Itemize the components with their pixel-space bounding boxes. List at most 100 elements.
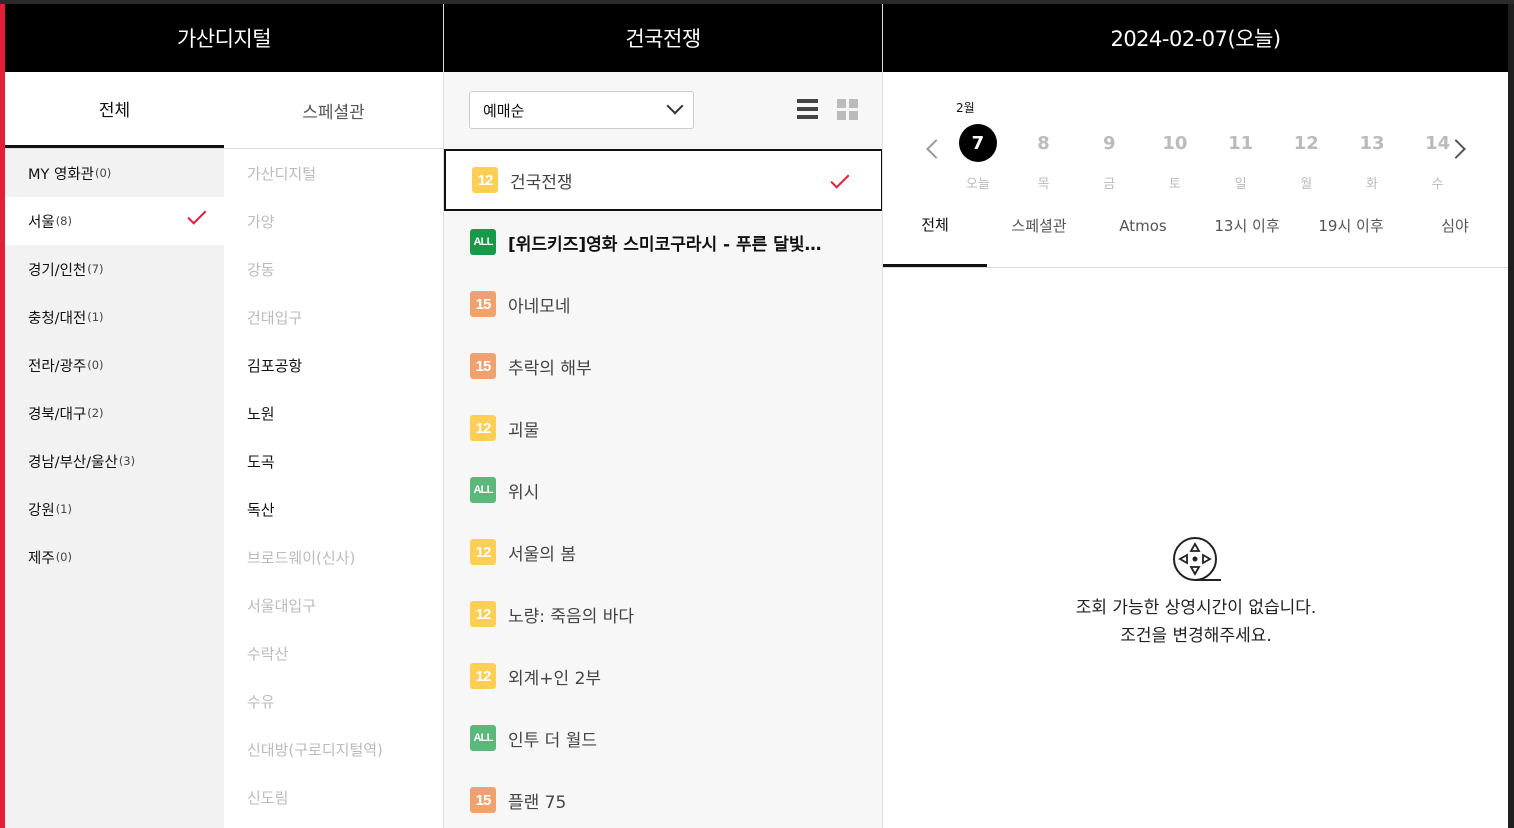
theater-item[interactable]: 신대방(구로디지털역) (224, 725, 443, 773)
theater-list: 가산디지털 가양 강동 건대입구 김포공항 노원 도곡 독산 브로드웨이(신사)… (224, 149, 443, 828)
tab-all[interactable]: 전체 (5, 72, 224, 148)
date-header: 2024-02-07(오늘) (883, 4, 1508, 72)
region-item-seoul[interactable]: 서울 (8) (5, 197, 224, 245)
rating-badge: 12 (472, 167, 498, 193)
theater-item[interactable]: 가양 (224, 197, 443, 245)
rating-badge: 15 (470, 291, 496, 317)
movie-item[interactable]: 15 아네모네 (444, 273, 882, 335)
region-item-chungcheong[interactable]: 충청/대전 (1) (5, 293, 224, 341)
region-count: (7) (87, 262, 104, 276)
day-number: 11 (1228, 132, 1254, 154)
checkmark-icon (192, 207, 212, 221)
region-item-gangwon[interactable]: 강원 (1) (5, 485, 224, 533)
theater-item[interactable]: 독산 (224, 485, 443, 533)
theater-item[interactable]: 도곡 (224, 437, 443, 485)
region-count: (8) (55, 214, 72, 228)
region-item-gyeonggi[interactable]: 경기/인천 (7) (5, 245, 224, 293)
region-item-my[interactable]: MY 영화관 (0) (5, 149, 224, 197)
rating-badge: 15 (470, 353, 496, 379)
day-item[interactable]: 9금 (1076, 124, 1142, 193)
movie-item[interactable]: ALL 인투 더 월드 (444, 707, 882, 769)
region-name: 서울 (28, 214, 55, 231)
movie-title: 추락의 해부 (508, 358, 592, 379)
day-weekday: 금 (1103, 177, 1116, 192)
region-item-jeolla[interactable]: 전라/광주 (0) (5, 341, 224, 389)
day-item[interactable]: 13 화 (1339, 124, 1405, 193)
region-name: 전라/광주 (28, 358, 87, 375)
rating-badge: 12 (470, 415, 496, 441)
day-list: 7 오늘 8목 9금 10 토 11 일 12 월 13 화 14 수 (945, 124, 1471, 192)
theater-item[interactable]: 수유 (224, 677, 443, 725)
tab-late-night[interactable]: 심야 (1403, 190, 1507, 267)
tab-after-13[interactable]: 13시 이후 (1195, 190, 1299, 267)
rating-badge: ALL (470, 725, 496, 751)
chevron-down-icon (666, 97, 684, 115)
movie-column: 건국전쟁 예매순 12 건국전쟁 ALL [위드키즈]영화 스미코구라시 - 푸른 … (443, 4, 883, 828)
theater-item[interactable]: 노원 (224, 389, 443, 437)
rating-badge: 12 (470, 663, 496, 689)
region-name: 충청/대전 (28, 310, 87, 327)
movie-item[interactable]: 15 추락의 해부 (444, 335, 882, 397)
region-list: MY 영화관 (0) 서울 (8) 경기/인천 (7) 충청/대전 (1) 전라/광주(… (5, 149, 224, 828)
booking-panel: 가산디지털 전체 스페셜관 MY 영화관 (0) 서울 (8) 경기/인천 (7) 충… (0, 4, 1508, 828)
day-item-today[interactable]: 7 오늘 (945, 124, 1011, 192)
movie-title: 건국전쟁 (510, 172, 573, 193)
region-name: 경북/대구 (28, 406, 87, 423)
movie-item[interactable]: 12 노량: 죽음의 바다 (444, 583, 882, 645)
day-item[interactable]: 14 수 (1405, 124, 1471, 193)
day-item[interactable]: 10 토 (1142, 124, 1208, 193)
movie-item[interactable]: 12 서울의 봄 (444, 521, 882, 583)
theater-item[interactable]: 신도림 (224, 773, 443, 821)
theater-item[interactable]: 서울대입구 (224, 581, 443, 629)
movie-item[interactable]: 12 괴물 (444, 397, 882, 459)
rating-badge: 15 (470, 787, 496, 813)
checkmark-icon (835, 171, 855, 185)
movie-item[interactable]: 12 외계+인 2부 (444, 645, 882, 707)
chevron-left-icon[interactable] (926, 139, 946, 159)
day-item[interactable]: 11 일 (1208, 124, 1274, 193)
theater-item[interactable]: 브로드웨이(신사) (224, 533, 443, 581)
movie-list: 12 건국전쟁 ALL [위드키즈]영화 스미코구라시 - 푸른 달빛의 마법의 아… (444, 149, 883, 828)
sort-select[interactable]: 예매순 (469, 91, 694, 129)
day-weekday: 화 (1365, 177, 1378, 192)
day-weekday: 오늘 (965, 177, 990, 192)
day-number: 13 (1359, 132, 1385, 154)
day-item[interactable]: 12 월 (1273, 124, 1339, 193)
region-count: (1) (87, 310, 104, 324)
day-weekday: 일 (1234, 177, 1247, 192)
grid-view-icon[interactable] (837, 99, 858, 120)
list-view-icon[interactable] (797, 99, 818, 119)
theater-item[interactable]: 강동 (224, 245, 443, 293)
day-weekday: 수 (1431, 177, 1444, 192)
tab-after-19[interactable]: 19시 이후 (1299, 190, 1403, 267)
tab-special[interactable]: 스페셜관 (224, 72, 443, 148)
theater-item[interactable]: 수락산 (224, 629, 443, 677)
theater-item[interactable]: 김포공항 (224, 341, 443, 389)
movie-item[interactable]: 12 건국전쟁 (444, 149, 883, 211)
rating-badge: 12 (470, 601, 496, 627)
tab-all[interactable]: 전체 (883, 190, 987, 267)
movie-title: 노량: 죽음의 바다 (508, 606, 635, 627)
movie-title: 인투 더 월드 (508, 730, 598, 751)
region-item-jeju[interactable]: 제주 (0) (5, 533, 224, 581)
cinema-header: 가산디지털 (5, 4, 443, 72)
region-name: MY 영화관 (28, 166, 94, 183)
movie-item[interactable]: ALL [위드키즈]영화 스미코구라시 - 푸른 달빛의 마법의 아이 (444, 211, 882, 273)
movie-item[interactable]: ALL 위시 (444, 459, 882, 521)
day-item[interactable]: 8목 (1011, 124, 1077, 193)
rating-badge: ALL (470, 477, 496, 503)
tab-special[interactable]: 스페셜관 (987, 190, 1091, 267)
region-name: 경남/부산/울산 (28, 454, 118, 471)
theater-item[interactable]: 건대입구 (224, 293, 443, 341)
movie-title: 외계+인 2부 (508, 668, 602, 689)
region-item-gyeongnam[interactable]: 경남/부산/울산 (3) (5, 437, 224, 485)
film-reel-icon (1172, 534, 1222, 584)
schedule-column: 2024-02-07(오늘) 2월 7 오늘 8목 9금 10 토 11 일 12 월 … (882, 4, 1508, 828)
theater-item[interactable]: 가산디지털 (224, 149, 443, 197)
movie-item[interactable]: 15 플랜 75 (444, 769, 882, 828)
scrollbar-edge (1508, 4, 1514, 828)
day-number: 12 (1293, 132, 1319, 154)
region-count: (0) (55, 550, 72, 564)
region-item-gyeongbuk[interactable]: 경북/대구 (2) (5, 389, 224, 437)
tab-atmos[interactable]: Atmos (1091, 190, 1195, 267)
